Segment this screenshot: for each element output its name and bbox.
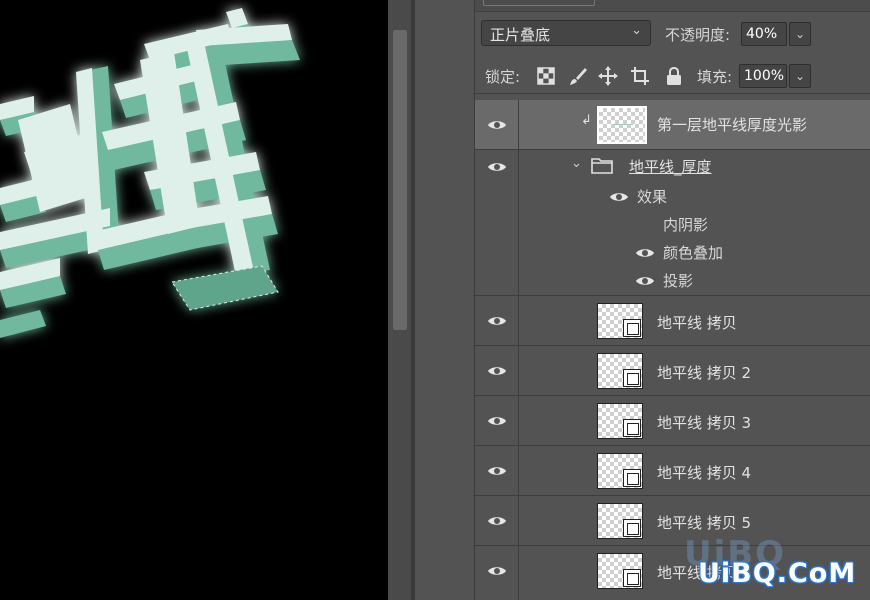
effect-inner-shadow[interactable]: 内阴影 — [663, 214, 708, 235]
shape-badge-icon — [623, 519, 641, 537]
chevron-down-icon: ⌄ — [631, 23, 642, 38]
scrollbar-thumb[interactable] — [393, 30, 407, 330]
layer-thumbnail[interactable] — [597, 553, 643, 589]
lock-artboard-crop-icon[interactable] — [629, 65, 651, 87]
layer-name[interactable]: 地平线 拷贝 3 — [657, 412, 751, 433]
layer-name[interactable]: 第一层地平线厚度光影 — [657, 114, 807, 135]
layer-thumbnail[interactable] — [597, 453, 643, 489]
chevron-down-icon: ⌄ — [794, 69, 806, 83]
layer-name[interactable]: 地平线 拷贝 4 — [657, 462, 751, 483]
canvas-scroll-dock — [388, 0, 476, 600]
layer-group-thickness[interactable]: ⌄ 地平线_厚度 效果 内阴影 颜色叠加 投影 — [475, 150, 870, 296]
layer-thumbnail[interactable] — [597, 106, 647, 144]
visibility-toggle[interactable] — [475, 150, 519, 295]
blend-mode-select[interactable]: 正片叠底 ⌄ — [481, 20, 651, 46]
eye-icon — [488, 517, 506, 525]
watermark-text: UiBQ.CoM — [698, 558, 857, 589]
blend-opacity-row: 正片叠底 ⌄ 不透明度: 40% ⌄ — [475, 18, 870, 50]
document-canvas[interactable] — [0, 0, 388, 600]
eye-icon — [488, 367, 506, 375]
fill-input[interactable]: 100% — [739, 64, 787, 88]
chevron-down-icon[interactable]: ⌄ — [571, 156, 582, 171]
lock-transparent-pixels-icon[interactable] — [535, 65, 557, 87]
lock-fill-row: 锁定: 填充: 100% ⌄ — [475, 58, 870, 94]
shape-badge-icon — [623, 369, 641, 387]
eye-icon — [488, 417, 506, 425]
layer-row[interactable]: 地平线 拷贝 3 — [475, 396, 870, 446]
visibility-toggle[interactable] — [475, 346, 519, 395]
visibility-toggle[interactable] — [475, 446, 519, 495]
visibility-toggle[interactable] — [475, 100, 519, 149]
layer-row[interactable]: 地平线 拷贝 — [475, 296, 870, 346]
group-name[interactable]: 地平线_厚度 — [629, 156, 712, 177]
effect-eye-icon[interactable] — [635, 246, 655, 260]
panel-top-strip — [475, 0, 870, 12]
eye-icon — [488, 467, 506, 475]
opacity-input[interactable]: 40% — [741, 22, 787, 46]
lock-all-padlock-icon[interactable] — [663, 65, 685, 87]
layer-thumbnail[interactable] — [597, 353, 643, 389]
layer-name[interactable]: 地平线 拷贝 — [657, 312, 737, 333]
layer-row-light-shadow[interactable]: ↲ 第一层地平线厚度光影 — [475, 100, 870, 150]
watermark: UiBQ UiBQ.CoM — [680, 530, 870, 600]
canvas-artwork — [0, 8, 300, 338]
shape-badge-icon — [623, 419, 641, 437]
effects-label[interactable]: 效果 — [637, 186, 667, 207]
effects-eye-icon[interactable] — [609, 190, 629, 204]
3d-text-artwork — [0, 8, 300, 338]
lock-image-pixels-brush-icon[interactable] — [567, 65, 589, 87]
layer-row[interactable]: 地平线 拷贝 2 — [475, 346, 870, 396]
eye-icon — [488, 121, 506, 129]
panel-divider[interactable] — [412, 0, 415, 600]
fill-label: 填充: — [697, 68, 733, 86]
layer-name[interactable]: 地平线 拷贝 2 — [657, 362, 751, 383]
chevron-down-icon: ⌄ — [794, 27, 806, 41]
folder-icon — [591, 158, 613, 174]
eye-icon — [488, 163, 506, 171]
visibility-toggle[interactable] — [475, 546, 519, 600]
effect-eye-icon[interactable] — [635, 274, 655, 288]
effect-drop-shadow[interactable]: 投影 — [663, 270, 693, 291]
shape-badge-icon — [623, 569, 641, 587]
clipping-mask-arrow-icon: ↲ — [581, 113, 592, 128]
lock-position-move-icon[interactable] — [597, 65, 619, 87]
opacity-dropdown-button[interactable]: ⌄ — [789, 22, 811, 46]
layer-thumbnail[interactable] — [597, 503, 643, 539]
opacity-label: 不透明度: — [665, 26, 731, 44]
layers-panel: 正片叠底 ⌄ 不透明度: 40% ⌄ 锁定: 填充: 100% ⌄ ↲ 第一层地… — [474, 0, 870, 600]
visibility-toggle[interactable] — [475, 296, 519, 345]
effect-color-overlay[interactable]: 颜色叠加 — [663, 242, 723, 263]
fill-dropdown-button[interactable]: ⌄ — [789, 64, 811, 88]
eye-icon — [488, 567, 506, 575]
layer-row[interactable]: 地平线 拷贝 4 — [475, 446, 870, 496]
shape-badge-icon — [623, 469, 641, 487]
visibility-toggle[interactable] — [475, 496, 519, 545]
blend-mode-value: 正片叠底 — [490, 26, 551, 44]
layer-thumbnail[interactable] — [597, 403, 643, 439]
layer-thumbnail[interactable] — [597, 303, 643, 339]
lock-label: 锁定: — [485, 68, 521, 86]
shape-badge-icon — [623, 319, 641, 337]
eye-icon — [488, 317, 506, 325]
vertical-scrollbar[interactable] — [388, 0, 412, 600]
visibility-toggle[interactable] — [475, 396, 519, 445]
layer-filter-box[interactable] — [483, 0, 595, 6]
